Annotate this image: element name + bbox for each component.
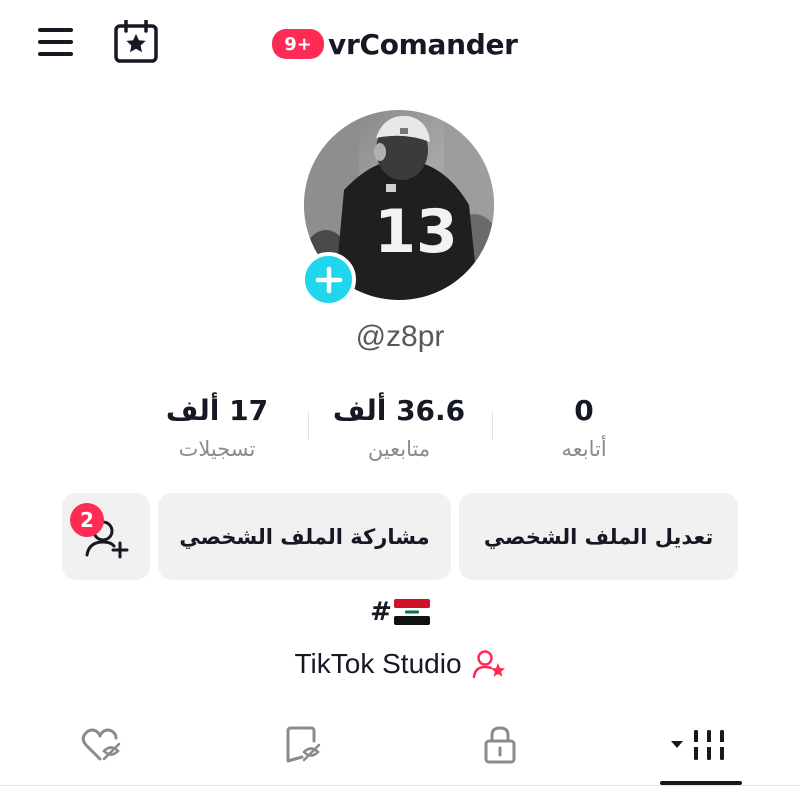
dropdown-arrow-icon (671, 741, 683, 748)
stat-following[interactable]: 0 أتابعه (504, 392, 664, 464)
stat-likes[interactable]: 17 ألف تسجيلات (137, 392, 297, 464)
tab-private[interactable] (470, 718, 530, 772)
following-label: أتابعه (561, 437, 607, 461)
add-photo-button[interactable] (301, 252, 356, 307)
menu-icon[interactable] (36, 26, 76, 58)
stat-divider (308, 412, 309, 440)
edit-profile-button[interactable]: تعديل الملف الشخصي (459, 493, 738, 580)
likes-count: 17 ألف (165, 394, 269, 427)
friend-requests-button[interactable]: 2 (62, 493, 150, 580)
following-count: 0 (574, 394, 594, 427)
private-lock-icon (484, 726, 516, 764)
videos-grid-icon (671, 730, 727, 760)
tab-favorites[interactable] (272, 718, 332, 772)
username: @z8pr (355, 320, 445, 353)
friend-requests-badge: 2 (70, 503, 104, 537)
account-name: vrComander (328, 27, 518, 61)
tab-bar-divider (0, 785, 800, 786)
bio: # (0, 597, 800, 627)
share-profile-button[interactable]: مشاركة الملف الشخصي (158, 493, 451, 580)
plus-icon (315, 266, 342, 293)
stat-divider (492, 412, 493, 440)
bio-text: # (370, 597, 392, 627)
favorites-hidden-icon (286, 726, 321, 763)
account-switcher[interactable]: 9+ vrComander (272, 24, 518, 64)
studio-label: TikTok Studio (294, 648, 462, 679)
top-bar: 9+ vrComander (0, 0, 800, 90)
liked-hidden-icon (81, 728, 121, 761)
likes-label: تسجيلات (178, 437, 256, 461)
creator-star-icon (472, 650, 505, 679)
iraq-flag-icon (393, 599, 430, 625)
stat-followers[interactable]: 36.6 ألف متابعين (319, 392, 479, 464)
followers-label: متابعين (367, 437, 431, 461)
followers-count: 36.6 ألف (332, 394, 466, 427)
jersey-number: 13 (374, 197, 458, 267)
tab-liked[interactable] (72, 718, 132, 772)
notification-badge: 9+ (272, 29, 324, 59)
tab-videos[interactable] (660, 718, 740, 772)
calendar-star-icon[interactable] (112, 19, 160, 64)
tiktok-studio-link[interactable]: TikTok Studio (0, 648, 800, 680)
